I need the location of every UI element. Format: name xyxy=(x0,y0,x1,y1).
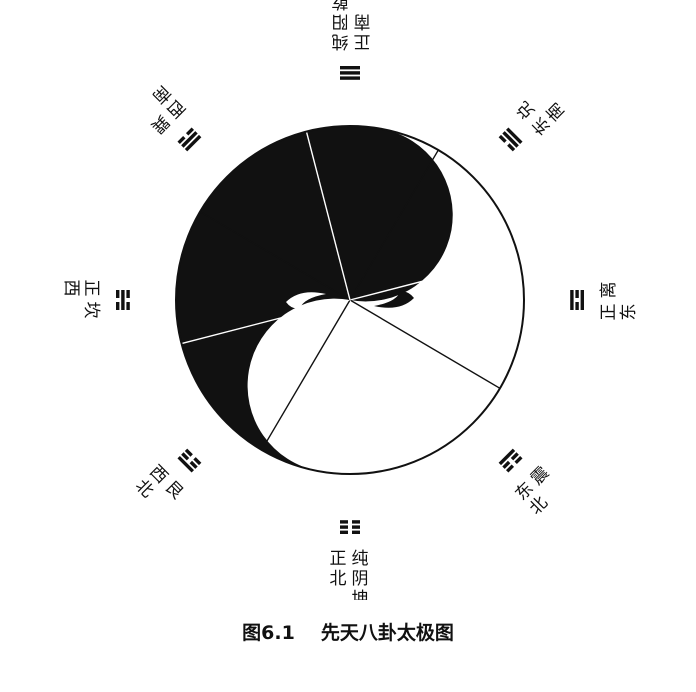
yao-line-solid xyxy=(570,290,574,310)
trigram-kan: 坎正西 xyxy=(61,280,130,319)
yao-line-broken xyxy=(340,525,348,529)
yao-line-broken xyxy=(116,290,120,298)
trigram-qian: 纯阳乾正南 xyxy=(332,0,371,80)
yao-line-solid xyxy=(340,66,360,70)
trigram-direction-kun: 北 xyxy=(330,569,347,589)
trigram-gen: 艮西北 xyxy=(131,448,202,503)
yao-line-broken xyxy=(352,530,360,534)
trigram-direction-kan: 西 xyxy=(61,280,81,297)
trigram-label-kan: 坎 xyxy=(81,302,101,319)
trigram-label-kun: 坤 xyxy=(352,589,369,600)
trigram-label-kun: 纯 xyxy=(352,549,369,569)
yao-line-solid xyxy=(580,290,584,310)
trigram-direction-qian: 南 xyxy=(354,11,371,31)
trigram-label-gen: 艮 xyxy=(161,477,187,503)
trigram-direction-kan: 正 xyxy=(81,280,101,297)
yao-line-broken xyxy=(352,520,360,524)
yao-line-broken xyxy=(352,525,360,529)
yao-line-broken xyxy=(126,290,130,298)
yao-line-solid xyxy=(121,290,125,310)
trigram-dui: 兑东南 xyxy=(498,97,569,152)
trigram-direction-kun: 正 xyxy=(330,549,347,569)
yao-line-broken xyxy=(116,302,120,310)
trigram-direction-qian: 正 xyxy=(354,31,371,51)
trigram-li: 离正东 xyxy=(570,282,639,321)
trigram-label-dui: 兑 xyxy=(513,97,539,123)
trigram-label-qian: 乾 xyxy=(332,0,349,11)
yao-line-broken xyxy=(126,302,130,310)
yao-line-broken xyxy=(575,302,579,310)
trigram-label-zhen: 震 xyxy=(527,463,553,489)
yao-line-broken xyxy=(340,520,348,524)
yao-line-broken xyxy=(575,290,579,298)
trigram-label-qian: 阳 xyxy=(332,11,349,31)
caption-title: 先天八卦太极图 xyxy=(320,622,454,644)
trigram-kun: 纯阴坤 正北 xyxy=(330,520,369,600)
trigram-xun: 巽西南 xyxy=(147,81,202,152)
trigram-label-qian: 纯 xyxy=(332,31,349,51)
caption-number: 图6.1 xyxy=(242,622,295,644)
trigram-label-li: 离 xyxy=(599,282,619,299)
trigram-direction-li: 东 xyxy=(619,304,639,321)
yao-line-solid xyxy=(340,71,360,75)
yao-line-broken xyxy=(340,530,348,534)
yao-line-solid xyxy=(340,76,360,80)
trigram-label-xun: 巽 xyxy=(147,111,173,137)
figure-caption: 图6.1 先天八卦太极图 xyxy=(0,618,696,645)
trigram-zhen: 震东北 xyxy=(498,448,553,519)
trigram-label-kun: 阴 xyxy=(352,569,369,589)
bagua-taiji-diagram: 纯阳乾正南巽西南坎正西艮西北纯阴坤正北震东北离正 东兑东南 xyxy=(61,0,639,600)
taiji-circle xyxy=(175,125,525,475)
trigram-direction-li: 正 xyxy=(599,304,619,321)
